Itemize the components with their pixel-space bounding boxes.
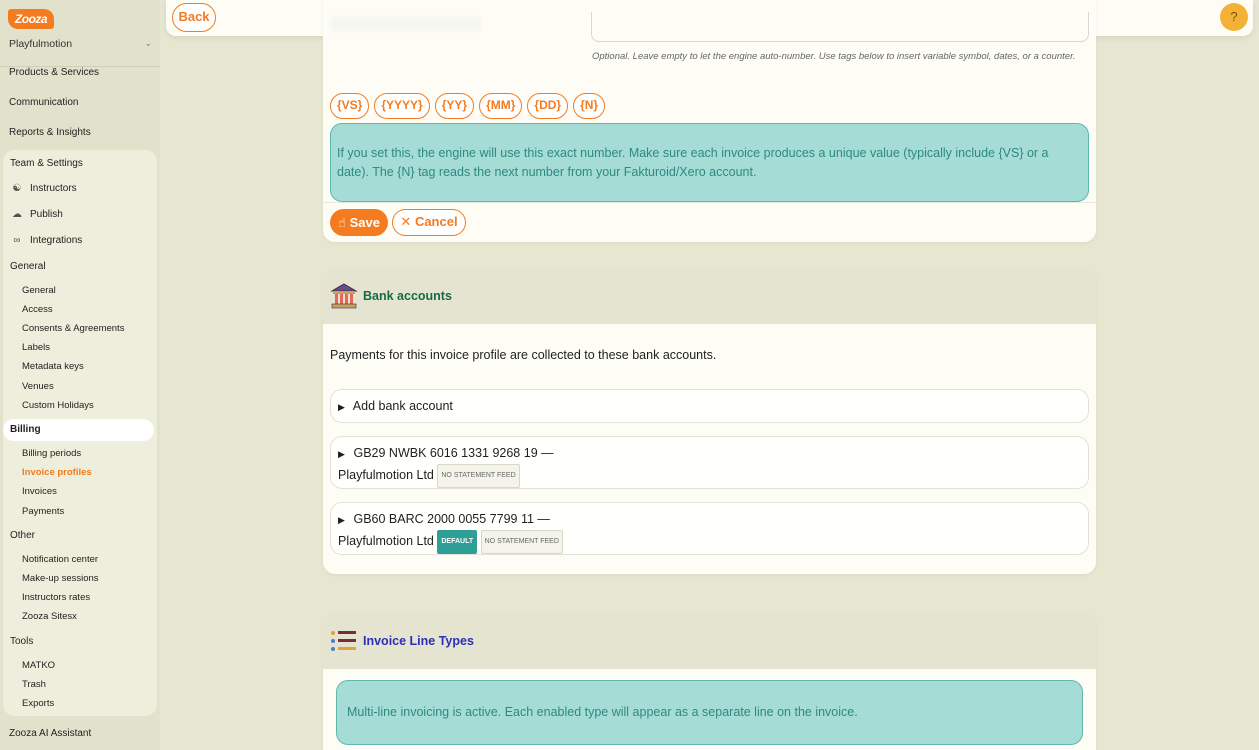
save-label: Save bbox=[349, 215, 380, 230]
sidebar-item-publish[interactable]: ☁ Publish bbox=[10, 209, 63, 220]
cloud-upload-icon: ☁ bbox=[12, 209, 22, 220]
field-label bbox=[331, 17, 481, 31]
invoice-line-types-header: Invoice Line Types bbox=[323, 614, 1096, 669]
organization-select[interactable]: Playfulmotion ⌄ bbox=[9, 38, 154, 52]
team-settings-heading[interactable]: Team & Settings bbox=[10, 158, 83, 169]
sidebar-item-zooza-sitesx[interactable]: Zooza Sitesx bbox=[22, 611, 77, 622]
tag-n-button[interactable]: {N} bbox=[573, 93, 606, 119]
sidebar-item-products-services[interactable]: Products & Services bbox=[9, 67, 99, 78]
account-holder: Playfulmotion Ltd bbox=[338, 468, 434, 482]
account-holder: Playfulmotion Ltd bbox=[338, 534, 434, 548]
sidebar-item-invoices[interactable]: Invoices bbox=[22, 486, 57, 497]
tag-mm-button[interactable]: {MM} bbox=[479, 93, 523, 119]
account-iban: GB60 BARC 2000 0055 7799 11 — bbox=[353, 512, 550, 526]
user-icon: ☯ bbox=[12, 183, 22, 194]
bank-icon bbox=[330, 283, 358, 309]
field-hint: Optional. Leave empty to let the engine … bbox=[592, 51, 1076, 62]
sidebar-item-venues[interactable]: Venues bbox=[22, 381, 54, 392]
tag-yy-button[interactable]: {YY} bbox=[434, 93, 475, 119]
tag-buttons: {VS} {YYYY} {YY} {MM} {DD} {N} bbox=[330, 93, 606, 119]
bank-accounts-description: Payments for this invoice profile are co… bbox=[330, 348, 717, 362]
sidebar-item-invoice-profiles[interactable]: Invoice profiles bbox=[22, 467, 92, 478]
bank-accounts-header: Bank accounts bbox=[323, 269, 1096, 324]
organization-name: Playfulmotion bbox=[9, 38, 73, 50]
sidebar-item-instructors[interactable]: ☯ Instructors bbox=[10, 183, 77, 194]
back-button[interactable]: Back bbox=[172, 3, 216, 32]
sidebar: Zooza Playfulmotion ⌄ Products & Service… bbox=[0, 0, 160, 750]
sidebar-item-integrations[interactable]: ∞ Integrations bbox=[10, 235, 82, 246]
sidebar-item-custom-holidays[interactable]: Custom Holidays bbox=[22, 400, 94, 411]
sidebar-item-ai-assistant[interactable]: Zooza AI Assistant bbox=[9, 728, 91, 739]
expand-triangle-icon: ▶ bbox=[338, 402, 345, 412]
sidebar-item-payments[interactable]: Payments bbox=[22, 506, 64, 517]
account-iban: GB29 NWBK 6016 1331 9268 19 — bbox=[353, 446, 554, 460]
bank-accounts-title: Bank accounts bbox=[363, 289, 452, 303]
add-bank-account-row[interactable]: ▶ Add bank account bbox=[330, 389, 1089, 423]
tag-vs-button[interactable]: {VS} bbox=[330, 93, 370, 119]
billing-heading: Billing bbox=[10, 424, 41, 435]
sidebar-item-labels[interactable]: Labels bbox=[22, 342, 50, 353]
sidebar-item-instructors-rates[interactable]: Instructors rates bbox=[22, 592, 90, 603]
numbering-info-box: If you set this, the engine will use thi… bbox=[330, 123, 1089, 202]
bank-accounts-card: Bank accounts Payments for this invoice … bbox=[323, 269, 1096, 574]
link-icon: ∞ bbox=[13, 235, 21, 246]
expand-triangle-icon: ▶ bbox=[338, 449, 345, 459]
sidebar-item-metadata-keys[interactable]: Metadata keys bbox=[22, 361, 84, 372]
sidebar-item-notification-center[interactable]: Notification center bbox=[22, 554, 98, 565]
sidebar-item-label: Instructors bbox=[30, 183, 77, 194]
tools-heading[interactable]: Tools bbox=[10, 636, 33, 647]
bank-account-row[interactable]: ▶ GB29 NWBK 6016 1331 9268 19 — Playfulm… bbox=[330, 436, 1089, 489]
help-button[interactable]: ? bbox=[1220, 3, 1248, 31]
sidebar-item-access[interactable]: Access bbox=[22, 304, 53, 315]
invoice-number-format-input[interactable] bbox=[591, 12, 1089, 42]
tag-dd-button[interactable]: {DD} bbox=[527, 93, 569, 119]
statement-feed-badge: NO STATEMENT FEED bbox=[480, 530, 563, 554]
zooza-logo[interactable]: Zooza bbox=[8, 9, 54, 29]
close-icon: ✕ bbox=[400, 214, 412, 229]
sidebar-item-makeup-sessions[interactable]: Make-up sessions bbox=[22, 573, 99, 584]
expand-triangle-icon: ▶ bbox=[338, 515, 345, 525]
general-heading[interactable]: General bbox=[10, 261, 46, 272]
multi-line-info-box: Multi-line invoicing is active. Each ena… bbox=[336, 680, 1083, 745]
sidebar-item-billing-periods[interactable]: Billing periods bbox=[22, 448, 81, 459]
sidebar-item-consents[interactable]: Consents & Agreements bbox=[22, 323, 124, 334]
sidebar-item-communication[interactable]: Communication bbox=[9, 97, 78, 108]
sidebar-item-label: Publish bbox=[30, 209, 63, 220]
default-badge: DEFAULT bbox=[437, 530, 478, 554]
hand-pointer-icon: ☝ bbox=[338, 215, 346, 230]
tag-yyyy-button[interactable]: {YYYY} bbox=[374, 93, 430, 119]
chevron-down-icon: ⌄ bbox=[144, 38, 152, 48]
list-icon bbox=[331, 631, 356, 651]
cancel-button[interactable]: ✕ Cancel bbox=[392, 209, 466, 236]
sidebar-item-general[interactable]: General bbox=[22, 285, 56, 296]
sidebar-item-matko[interactable]: MATKO bbox=[22, 660, 55, 671]
sidebar-item-trash[interactable]: Trash bbox=[22, 679, 46, 690]
add-bank-account-label: Add bank account bbox=[352, 399, 453, 413]
cancel-label: Cancel bbox=[414, 214, 458, 229]
invoice-numbering-card: Optional. Leave empty to let the engine … bbox=[323, 0, 1096, 242]
divider bbox=[323, 202, 1096, 203]
invoice-line-types-title: Invoice Line Types bbox=[363, 634, 474, 648]
save-button[interactable]: ☝ Save bbox=[330, 209, 388, 236]
invoice-line-types-card: Invoice Line Types Multi-line invoicing … bbox=[323, 614, 1096, 750]
sidebar-item-exports[interactable]: Exports bbox=[22, 698, 54, 709]
statement-feed-badge: NO STATEMENT FEED bbox=[437, 464, 520, 488]
sidebar-item-label: Integrations bbox=[30, 235, 83, 246]
sidebar-item-billing[interactable]: Billing bbox=[3, 419, 154, 441]
other-heading[interactable]: Other bbox=[10, 530, 35, 541]
sidebar-item-reports-insights[interactable]: Reports & Insights bbox=[9, 127, 91, 138]
bank-account-row[interactable]: ▶ GB60 BARC 2000 0055 7799 11 — Playfulm… bbox=[330, 502, 1089, 555]
